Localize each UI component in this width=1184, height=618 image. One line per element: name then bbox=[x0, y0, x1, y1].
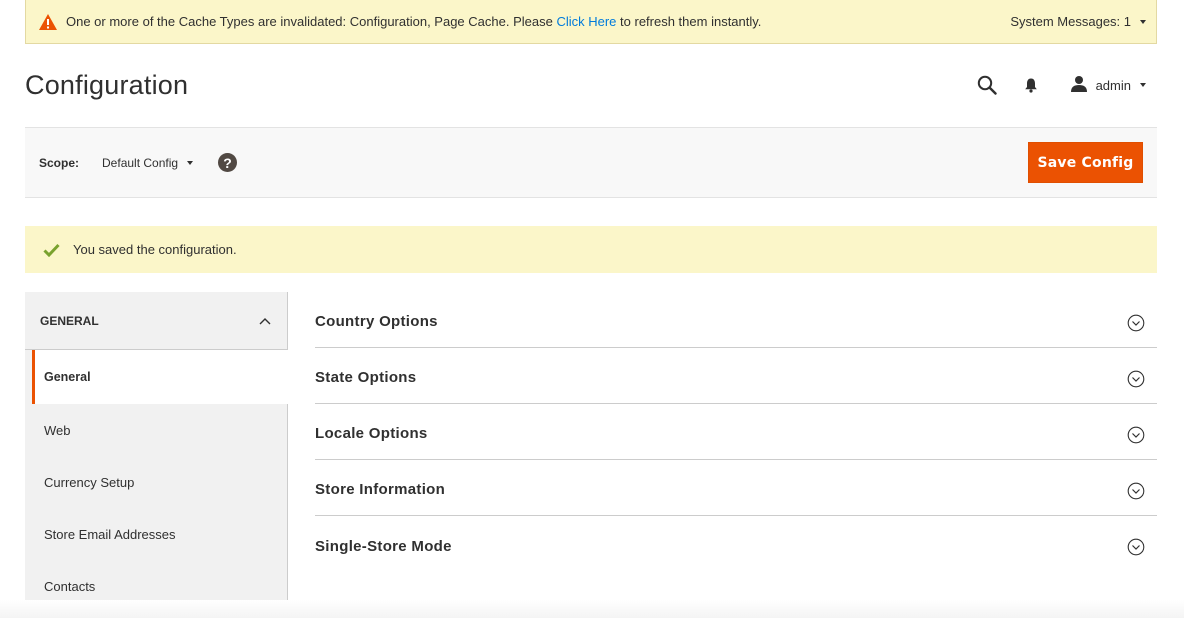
chevron-down-icon bbox=[187, 160, 194, 165]
config-sections: Country Options State Options Locale Opt… bbox=[315, 292, 1157, 572]
scope-label: Scope: bbox=[39, 155, 80, 170]
section-title: Single-Store Mode bbox=[315, 537, 452, 555]
scope-switcher[interactable]: Default Config bbox=[102, 155, 194, 170]
user-name: admin bbox=[1095, 77, 1131, 93]
success-message-text: You saved the configuration. bbox=[73, 242, 237, 257]
sidebar-item-label: Contacts bbox=[44, 578, 96, 594]
section-country-options[interactable]: Country Options bbox=[315, 292, 1157, 348]
expand-circle-icon[interactable] bbox=[1127, 532, 1145, 556]
bell-icon[interactable] bbox=[1024, 77, 1038, 93]
expand-circle-icon[interactable] bbox=[1127, 308, 1145, 332]
warning-icon bbox=[38, 13, 58, 31]
chevron-up-icon bbox=[259, 314, 271, 328]
sidebar-item-web[interactable]: Web bbox=[25, 404, 287, 456]
sidebar-item-label: General bbox=[44, 370, 91, 384]
expand-circle-icon[interactable] bbox=[1127, 476, 1145, 500]
sidebar-item-label: Store Email Addresses bbox=[44, 526, 176, 542]
system-messages-toggle[interactable]: System Messages: 1 bbox=[1010, 14, 1146, 29]
refresh-cache-link[interactable]: Click Here bbox=[556, 14, 616, 29]
section-title: Store Information bbox=[315, 481, 446, 498]
sidebar-item-currency-setup[interactable]: Currency Setup bbox=[25, 456, 287, 508]
system-message-bar: One or more of the Cache Types are inval… bbox=[25, 0, 1157, 44]
scope-value: Default Config bbox=[102, 155, 179, 170]
checkmark-icon bbox=[43, 243, 60, 257]
sidebar-group-general[interactable]: GENERAL bbox=[25, 292, 287, 350]
search-icon[interactable] bbox=[977, 75, 997, 95]
save-config-button[interactable]: Save Config bbox=[1028, 142, 1143, 183]
help-icon[interactable]: ? bbox=[218, 153, 238, 172]
system-message-prefix: One or more of the Cache Types are inval… bbox=[66, 14, 557, 29]
config-sidebar: GENERAL General Web Currency Setup Store… bbox=[25, 292, 295, 618]
sidebar-item-general[interactable]: General bbox=[32, 350, 295, 404]
section-title: State Options bbox=[315, 369, 417, 386]
system-message-suffix: to refresh them instantly. bbox=[616, 14, 762, 29]
system-message-text: One or more of the Cache Types are inval… bbox=[66, 14, 1010, 29]
sidebar-item-store-email-addresses[interactable]: Store Email Addresses bbox=[25, 508, 287, 560]
success-message: You saved the configuration. bbox=[25, 226, 1157, 273]
expand-circle-icon[interactable] bbox=[1127, 420, 1145, 444]
section-single-store-mode[interactable]: Single-Store Mode bbox=[315, 516, 1157, 572]
scope-bar: Scope: Default Config ? Save Config bbox=[25, 127, 1157, 198]
sidebar-item-label: Currency Setup bbox=[44, 474, 135, 490]
sidebar-item-label: Web bbox=[44, 422, 71, 438]
expand-circle-icon[interactable] bbox=[1127, 364, 1145, 388]
system-messages-count: System Messages: 1 bbox=[1010, 14, 1131, 29]
user-icon bbox=[1070, 75, 1088, 96]
section-locale-options[interactable]: Locale Options bbox=[315, 404, 1157, 460]
section-title: Country Options bbox=[315, 313, 438, 330]
sidebar-group-title: GENERAL bbox=[40, 313, 99, 328]
section-title: Locale Options bbox=[315, 425, 428, 442]
page-title: Configuration bbox=[25, 70, 189, 100]
header-actions: admin bbox=[977, 72, 1146, 98]
section-store-information[interactable]: Store Information bbox=[315, 460, 1157, 516]
section-state-options[interactable]: State Options bbox=[315, 348, 1157, 404]
chevron-down-icon bbox=[1140, 19, 1146, 24]
sidebar-item-contacts[interactable]: Contacts bbox=[25, 560, 287, 612]
user-menu[interactable]: admin bbox=[1070, 75, 1146, 96]
chevron-down-icon bbox=[1140, 83, 1146, 87]
